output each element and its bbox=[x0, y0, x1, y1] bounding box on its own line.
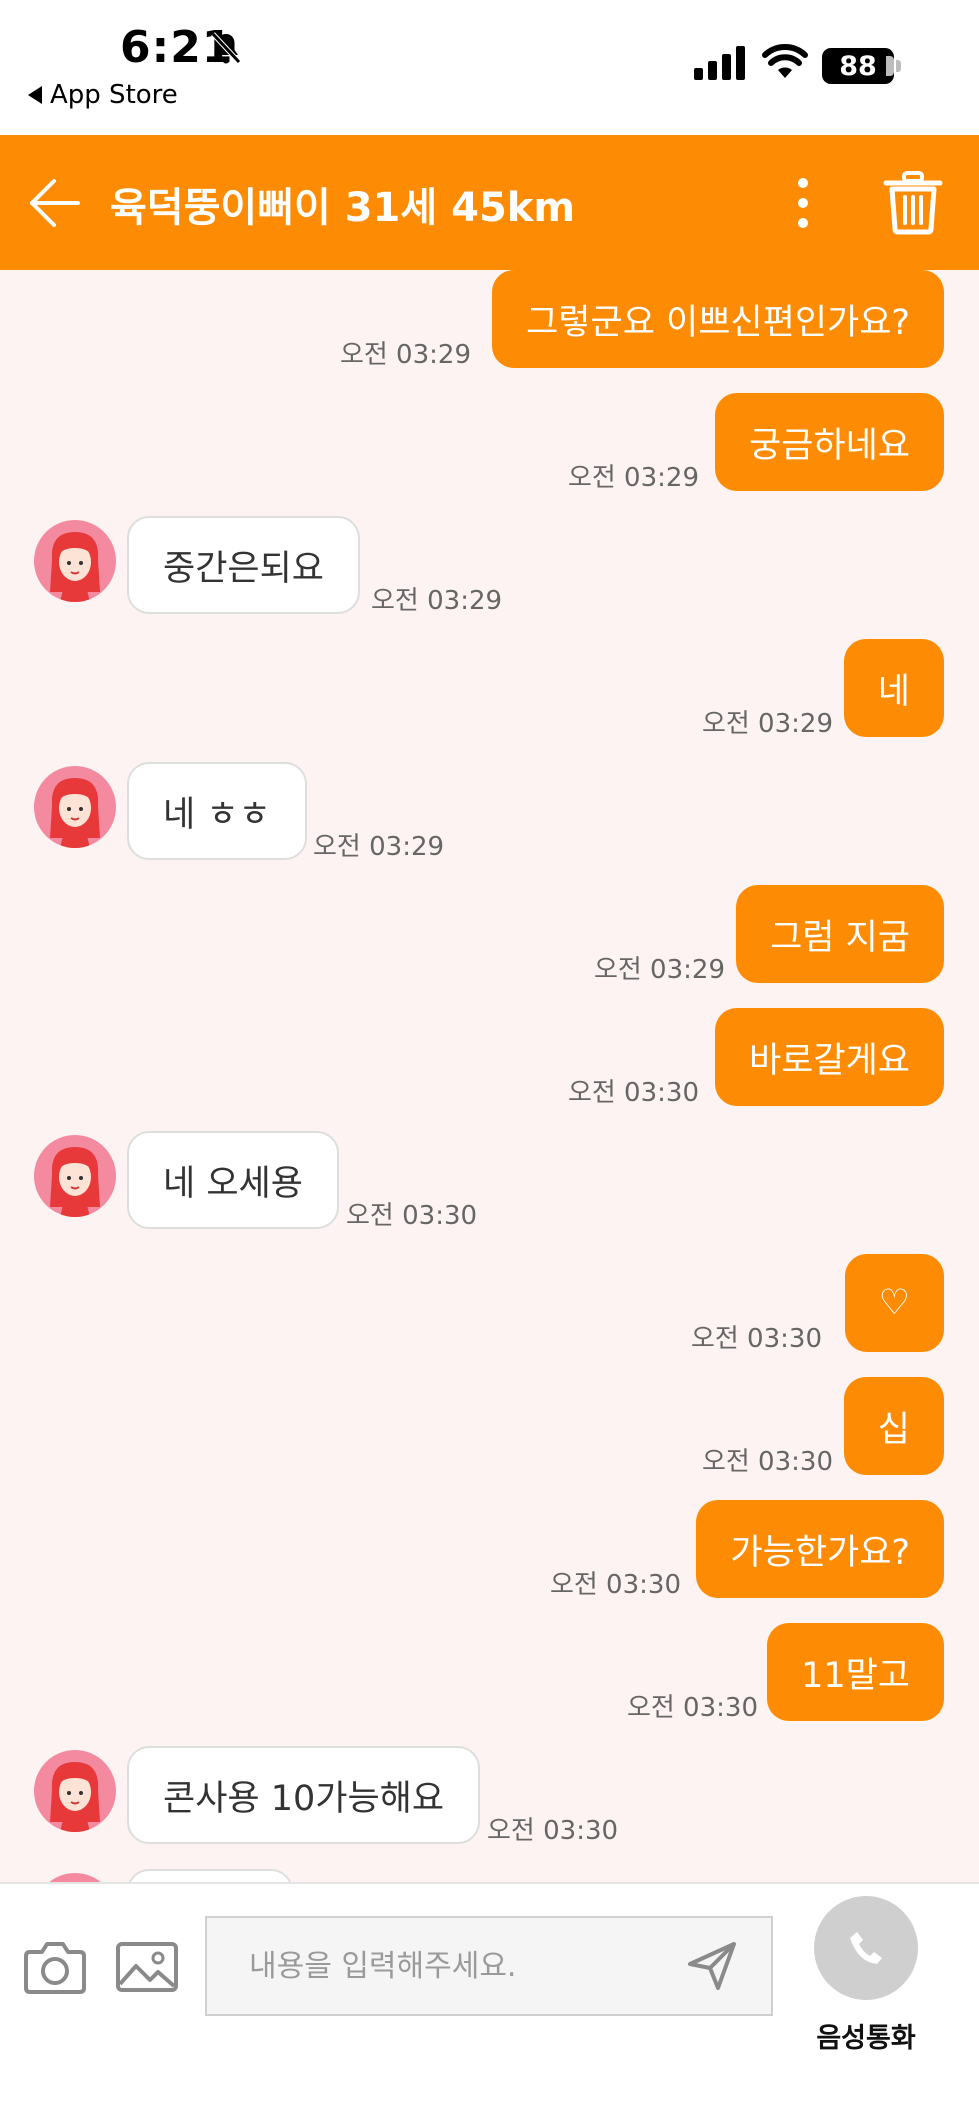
partner-message-bubble[interactable]: 네 오세용 bbox=[127, 1131, 339, 1229]
my-message-bubble[interactable]: 십 bbox=[843, 1377, 944, 1475]
phone-icon bbox=[850, 1932, 882, 1964]
message-time: 오전 03:30 bbox=[346, 1201, 478, 1231]
trash-icon[interactable] bbox=[880, 169, 946, 235]
cellular-signal-icon bbox=[694, 46, 745, 80]
my-message-bubble[interactable]: 네 bbox=[843, 639, 944, 737]
back-to-app[interactable]: App Store bbox=[28, 80, 178, 110]
avatar-icon bbox=[50, 1147, 100, 1217]
message-time: 오전 03:30 bbox=[549, 1570, 681, 1600]
avatar-icon bbox=[50, 778, 100, 848]
my-message-bubble[interactable]: 궁금하네요 bbox=[714, 393, 944, 491]
partner-message-bubble[interactable]: 네 ㅎㅎ bbox=[127, 762, 307, 860]
message-time: 오전 03:29 bbox=[567, 463, 699, 493]
my-message-bubble[interactable]: 가능한가요? bbox=[696, 1500, 944, 1598]
avatar-icon bbox=[50, 1762, 100, 1832]
more-vertical-icon[interactable] bbox=[788, 175, 818, 231]
arrow-left-icon[interactable] bbox=[26, 175, 82, 231]
status-bar: 6:21 App Store 88 bbox=[0, 0, 979, 135]
partner-message-bubble[interactable] bbox=[127, 1869, 293, 1882]
partner-avatar[interactable] bbox=[34, 766, 116, 848]
message-time: 오전 03:29 bbox=[339, 340, 471, 370]
bell-muted-icon bbox=[211, 32, 241, 64]
avatar-icon bbox=[50, 532, 100, 602]
chat-partner-title: 육덕뚱이뻐이 31세 45km bbox=[110, 185, 576, 231]
battery-indicator: 88 bbox=[822, 48, 894, 84]
message-time: 오전 03:29 bbox=[593, 955, 725, 985]
back-triangle-icon bbox=[28, 86, 42, 104]
send-icon[interactable] bbox=[686, 1940, 738, 1992]
my-message-bubble[interactable]: 바로갈게요 bbox=[714, 1008, 944, 1106]
partner-avatar[interactable] bbox=[34, 1873, 116, 1882]
partner-avatar[interactable] bbox=[34, 1750, 116, 1832]
camera-icon[interactable] bbox=[22, 1936, 88, 1996]
message-time: 오전 03:30 bbox=[701, 1447, 833, 1477]
battery-tip bbox=[896, 60, 901, 72]
voice-call-button[interactable] bbox=[814, 1896, 918, 2000]
back-app-label: App Store bbox=[50, 80, 178, 110]
my-message-bubble[interactable]: ♡ bbox=[844, 1254, 944, 1352]
battery-empty-segment bbox=[886, 56, 894, 76]
my-message-bubble[interactable]: 그렇군요 이쁘신편인가요? bbox=[492, 270, 944, 368]
message-time: 오전 03:30 bbox=[567, 1078, 699, 1108]
my-message-bubble[interactable]: 11말고 bbox=[767, 1623, 944, 1721]
chat-header: 육덕뚱이뻐이 31세 45km bbox=[0, 135, 979, 270]
message-time: 오전 03:29 bbox=[371, 586, 503, 616]
wifi-icon bbox=[762, 44, 808, 78]
partner-avatar[interactable] bbox=[34, 520, 116, 602]
image-icon[interactable] bbox=[114, 1936, 180, 1996]
message-time: 오전 03:29 bbox=[313, 832, 445, 862]
partner-message-bubble[interactable]: 콘사용 10가능해요 bbox=[127, 1746, 481, 1844]
message-time: 오전 03:30 bbox=[690, 1324, 822, 1354]
partner-avatar[interactable] bbox=[34, 1135, 116, 1217]
my-message-bubble[interactable]: 그럼 지굼 bbox=[736, 885, 944, 983]
message-time: 오전 03:29 bbox=[701, 709, 833, 739]
chat-message-list[interactable]: 그렇군요 이쁘신편인가요? 오전 03:29 궁금하네요 오전 03:29 중간… bbox=[0, 270, 979, 1882]
message-time: 오전 03:30 bbox=[626, 1693, 758, 1723]
message-time: 오전 03:30 bbox=[487, 1816, 619, 1846]
message-input-bar: 음성통화 bbox=[0, 1882, 979, 2124]
partner-message-bubble[interactable]: 중간은되요 bbox=[127, 516, 361, 614]
voice-call-label: 음성통화 bbox=[816, 2023, 916, 2054]
